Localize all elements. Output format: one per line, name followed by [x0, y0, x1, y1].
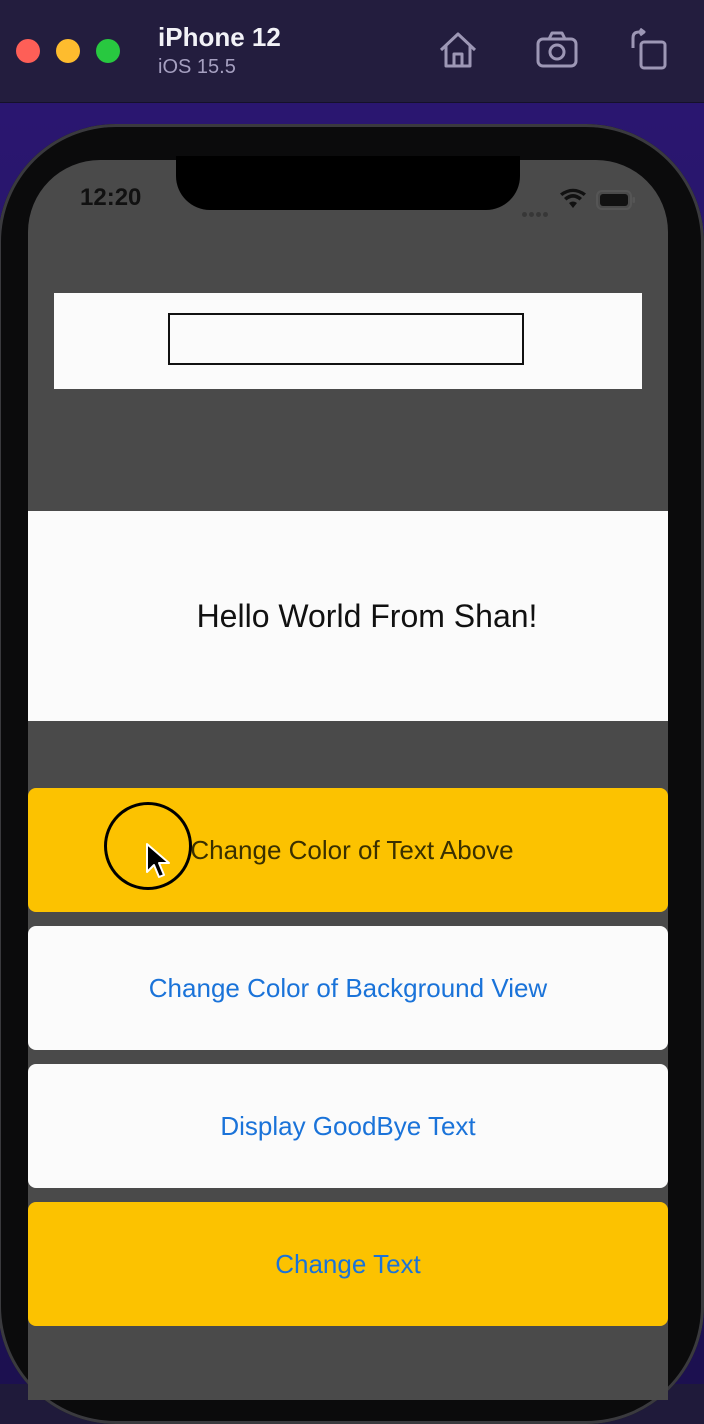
- text-field-container: [54, 293, 642, 389]
- home-icon[interactable]: [436, 28, 480, 72]
- phone-notch: [176, 156, 520, 210]
- cursor-arrow-icon: [146, 843, 170, 878]
- text-input[interactable]: [168, 313, 524, 365]
- zoom-window-button[interactable]: [96, 39, 120, 63]
- signal-icon: [522, 204, 550, 222]
- hello-label: Hello World From Shan!: [196, 597, 538, 634]
- close-window-button[interactable]: [16, 39, 40, 63]
- display-goodbye-button[interactable]: Display GoodBye Text: [28, 1064, 668, 1188]
- device-name: iPhone 12: [158, 22, 281, 52]
- change-text-button[interactable]: Change Text: [28, 1202, 668, 1326]
- wifi-icon: [560, 188, 586, 208]
- status-time: 12:20: [80, 184, 142, 211]
- simulator-title-bar: iPhone 12 iOS 15.5: [0, 0, 704, 103]
- screenshot-icon[interactable]: [535, 28, 579, 72]
- minimize-window-button[interactable]: [56, 39, 80, 63]
- os-version: iOS 15.5: [158, 56, 236, 78]
- label-container: Hello World From Shan!: [28, 511, 668, 721]
- status-icons: [522, 184, 642, 217]
- rotate-icon[interactable]: [627, 27, 671, 72]
- battery-icon: [596, 190, 635, 210]
- change-background-color-button[interactable]: Change Color of Background View: [28, 926, 668, 1050]
